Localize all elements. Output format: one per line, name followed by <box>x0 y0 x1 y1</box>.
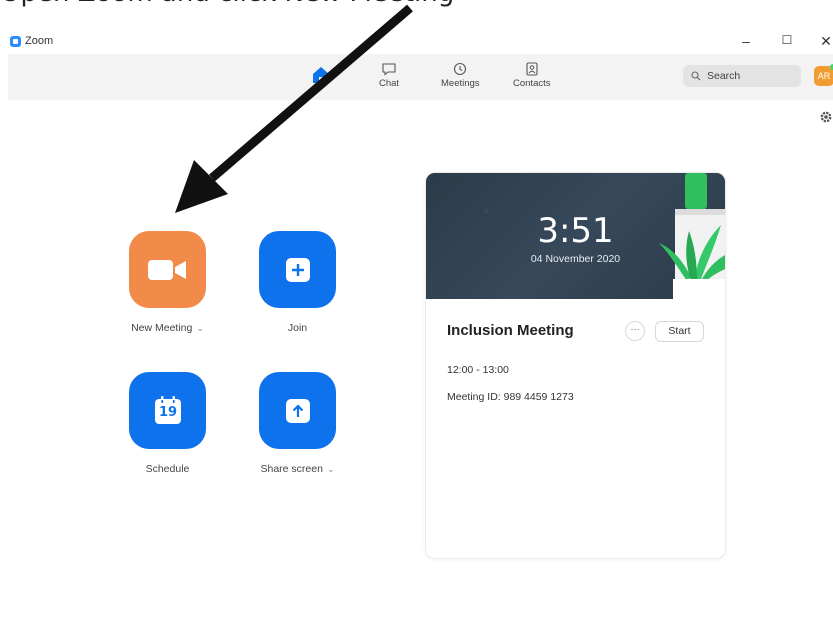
minimize-button[interactable]: – <box>736 33 756 49</box>
tab-contacts[interactable]: Contacts <box>513 62 551 89</box>
tab-meetings-label: Meetings <box>441 78 480 89</box>
contacts-icon <box>526 62 538 76</box>
top-nav-bar: Chat Meetings Contacts Search AR <box>8 54 833 100</box>
new-meeting-label: New Meeting <box>131 322 193 334</box>
calendar-day: 19 <box>158 405 178 420</box>
search-icon <box>691 71 701 81</box>
join-action[interactable]: Join <box>240 231 355 334</box>
more-options-button[interactable]: ··· <box>625 321 645 341</box>
clock-banner: 3:51 04 November 2020 <box>426 173 725 299</box>
upload-arrow-icon <box>286 399 310 423</box>
plant-illustration-icon <box>659 173 725 299</box>
clock-icon <box>454 62 467 76</box>
close-button[interactable]: ✕ <box>816 33 833 50</box>
maximize-button[interactable]: ☐ <box>777 33 797 47</box>
plus-icon <box>286 258 310 282</box>
meeting-id: Meeting ID: 989 4459 1273 <box>447 391 574 403</box>
home-icon <box>313 67 329 83</box>
schedule-action[interactable]: 19 Schedule <box>110 372 225 475</box>
chat-icon <box>382 63 396 76</box>
tab-meetings[interactable]: Meetings <box>441 62 480 89</box>
meeting-title: Inclusion Meeting <box>447 322 574 339</box>
share-screen-label: Share screen <box>260 463 323 475</box>
settings-gear-icon[interactable] <box>819 110 833 124</box>
instruction-caption: Open Zoom and click New Meeting <box>0 0 454 8</box>
chevron-down-icon[interactable]: ⌄ <box>196 323 204 333</box>
new-meeting-action[interactable]: New Meeting ⌄ <box>110 231 225 334</box>
tab-chat[interactable]: Chat <box>379 62 399 89</box>
join-button[interactable] <box>259 231 336 308</box>
upcoming-meeting-card: 3:51 04 November 2020 Inclusion Meeting … <box>425 172 726 559</box>
chevron-down-icon[interactable]: ⌄ <box>327 464 335 474</box>
tab-chat-label: Chat <box>379 78 400 89</box>
share-screen-button[interactable] <box>259 372 336 449</box>
start-meeting-button[interactable]: Start <box>655 321 704 342</box>
join-label: Join <box>287 322 308 334</box>
share-screen-action[interactable]: Share screen ⌄ <box>240 372 355 475</box>
video-camera-icon <box>148 260 186 280</box>
tab-home[interactable] <box>310 64 332 88</box>
new-meeting-button[interactable] <box>129 231 206 308</box>
tab-contacts-label: Contacts <box>513 78 551 89</box>
schedule-button[interactable]: 19 <box>129 372 206 449</box>
search-input[interactable]: Search <box>683 65 801 87</box>
title-bar: Zoom – ☐ ✕ <box>0 30 833 54</box>
app-title: Zoom <box>25 35 54 47</box>
search-placeholder: Search <box>707 70 741 82</box>
zoom-logo-icon <box>10 36 21 47</box>
schedule-label: Schedule <box>145 463 190 475</box>
meeting-time-range: 12:00 - 13:00 <box>447 364 509 376</box>
